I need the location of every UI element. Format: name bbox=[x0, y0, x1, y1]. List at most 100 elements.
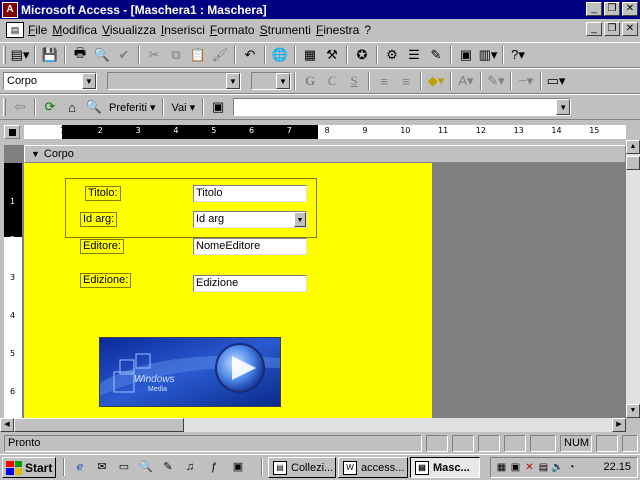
tray-app-icon[interactable]: ▦ bbox=[495, 461, 508, 475]
font-color-icon[interactable]: A▾ bbox=[455, 70, 477, 92]
outlook-express-icon[interactable]: ✉ bbox=[94, 459, 110, 475]
menu-modifica[interactable]: Modifica bbox=[52, 23, 102, 37]
view-icon[interactable]: ▤▾ bbox=[9, 44, 31, 66]
tray-network-off-icon[interactable]: ✕ bbox=[523, 461, 536, 475]
spelling-icon[interactable]: ✔ bbox=[113, 44, 135, 66]
size-combo[interactable]: ▼ bbox=[251, 72, 291, 90]
vai-button[interactable]: Vai ▾ bbox=[167, 97, 199, 117]
label-edizione[interactable]: Edizione: bbox=[80, 273, 132, 288]
search-web-icon[interactable]: 🔍 bbox=[83, 96, 105, 118]
line-color-icon[interactable]: ✎▾ bbox=[485, 70, 507, 92]
scroll-right-icon[interactable]: ▶ bbox=[612, 418, 626, 432]
toolbox-icon[interactable]: ⚒ bbox=[321, 44, 343, 66]
format-painter-icon[interactable]: 🖌 bbox=[209, 44, 231, 66]
section-header-corpo[interactable]: ▼ Corpo bbox=[24, 145, 626, 163]
mdi-minimize-button[interactable]: _ bbox=[586, 22, 602, 36]
clock[interactable]: 22.15 bbox=[603, 461, 631, 473]
show-desktop-icon[interactable]: ▭ bbox=[116, 459, 132, 475]
save-icon[interactable]: 💾 bbox=[39, 44, 61, 66]
home-icon[interactable]: ⌂ bbox=[61, 96, 83, 118]
paste-icon[interactable]: 📋 bbox=[187, 44, 209, 66]
close-button[interactable]: ✕ bbox=[622, 2, 638, 16]
menu-formato[interactable]: Formato bbox=[210, 23, 260, 37]
menu-strumenti[interactable]: Strumenti bbox=[260, 23, 316, 37]
back-arrow-icon[interactable]: ⇦ bbox=[9, 96, 31, 118]
chevron-down-icon[interactable]: ▼ bbox=[82, 73, 96, 89]
vertical-ruler[interactable]: 1 2 3 4 5 6 bbox=[4, 163, 22, 419]
vertical-scrollbar[interactable]: ▲ ▼ bbox=[626, 140, 640, 418]
tool-icon[interactable]: ƒ bbox=[206, 459, 222, 475]
cut-icon[interactable]: ✂ bbox=[143, 44, 165, 66]
textbox-editore[interactable]: NomeEditore bbox=[193, 238, 307, 255]
refresh-icon[interactable]: ⟳ bbox=[39, 96, 61, 118]
properties-icon[interactable]: ☰ bbox=[403, 44, 425, 66]
form-selector[interactable] bbox=[4, 125, 20, 139]
bold-button[interactable]: G bbox=[299, 70, 321, 92]
chevron-down-icon[interactable]: ▼ bbox=[276, 73, 290, 89]
show-only-web-toolbar-icon[interactable]: ▣ bbox=[207, 96, 229, 118]
print-icon[interactable]: 🖶 bbox=[69, 44, 91, 66]
font-combo[interactable]: ▼ bbox=[107, 72, 241, 90]
special-effect-icon[interactable]: ▭▾ bbox=[545, 70, 567, 92]
align-center-icon[interactable]: ≡ bbox=[395, 70, 417, 92]
textbox-titolo[interactable]: Titolo bbox=[193, 185, 307, 202]
label-titolo[interactable]: Titolo: bbox=[85, 186, 121, 201]
mdi-close-button[interactable]: ✕ bbox=[622, 22, 638, 36]
vertical-scroll-thumb[interactable] bbox=[626, 156, 640, 170]
object-combo[interactable]: Corpo ▼ bbox=[3, 72, 97, 90]
chevron-down-icon[interactable]: ▼ bbox=[294, 212, 306, 227]
chevron-down-icon[interactable]: ▼ bbox=[556, 99, 571, 115]
combobox-idarg[interactable]: Id arg ▼ bbox=[193, 211, 307, 228]
form-detail-section[interactable]: Titolo: Titolo Id arg: Id arg ▼ Editore:… bbox=[24, 163, 432, 419]
internet-explorer-icon[interactable]: ℯ bbox=[72, 459, 88, 475]
task-collezi[interactable]: ▤ Collezi... bbox=[268, 457, 336, 478]
restore-button[interactable]: ❐ bbox=[604, 2, 620, 16]
network-icon[interactable]: ▣ bbox=[230, 459, 246, 475]
task-access[interactable]: W access... bbox=[338, 457, 408, 478]
undo-icon[interactable]: ↶ bbox=[239, 44, 261, 66]
menu-finestra[interactable]: Finestra bbox=[316, 23, 364, 37]
windows-media-image[interactable]: Windows Media bbox=[99, 337, 281, 407]
code-icon[interactable]: ⚙ bbox=[381, 44, 403, 66]
title-bar[interactable]: A Microsoft Access - [Maschera1 : Masche… bbox=[0, 0, 640, 19]
field-list-icon[interactable]: ▦ bbox=[299, 44, 321, 66]
task-maschera[interactable]: ▤ Masc... bbox=[410, 457, 480, 478]
autoformat-icon[interactable]: ✪ bbox=[351, 44, 373, 66]
form-document-icon[interactable]: ▤ bbox=[6, 22, 24, 38]
toolbar-grip[interactable] bbox=[3, 98, 6, 116]
label-idarg[interactable]: Id arg: bbox=[80, 212, 118, 227]
fill-color-icon[interactable]: ◆▾ bbox=[425, 70, 447, 92]
chevron-down-icon[interactable]: ▼ bbox=[226, 73, 240, 89]
menu-file[interactable]: File bbox=[28, 23, 52, 37]
tray-scheduler-icon[interactable]: ◔ bbox=[565, 461, 578, 475]
tray-display-icon[interactable]: ▤ bbox=[537, 461, 550, 475]
toolbar-grip[interactable] bbox=[3, 46, 6, 64]
menu-inserisci[interactable]: Inserisci bbox=[161, 23, 210, 37]
horizontal-ruler[interactable]: 1 2 3 4 5 6 7 8 9 10 11 12 13 14 15 bbox=[24, 125, 626, 139]
help-icon[interactable]: ?▾ bbox=[507, 44, 529, 66]
scroll-down-icon[interactable]: ▼ bbox=[626, 404, 640, 418]
copy-icon[interactable]: ⧉ bbox=[165, 44, 187, 66]
italic-button[interactable]: C bbox=[321, 70, 343, 92]
minimize-button[interactable]: _ bbox=[586, 2, 602, 16]
underline-button[interactable]: S bbox=[343, 70, 365, 92]
menu-help[interactable]: ? bbox=[364, 23, 376, 37]
horizontal-scroll-thumb[interactable] bbox=[14, 418, 184, 432]
print-preview-icon[interactable]: 🔍 bbox=[91, 44, 113, 66]
tray-monitor-icon[interactable]: ▣ bbox=[509, 461, 522, 475]
scroll-left-icon[interactable]: ◀ bbox=[0, 418, 14, 432]
horizontal-scrollbar[interactable]: ◀ ▶ bbox=[0, 418, 626, 432]
start-button[interactable]: Start bbox=[2, 457, 56, 478]
hyperlink-icon[interactable]: 🌐 bbox=[269, 44, 291, 66]
notepad-icon[interactable]: ✎ bbox=[160, 459, 176, 475]
align-left-icon[interactable]: ≡ bbox=[373, 70, 395, 92]
line-width-icon[interactable]: ┄▾ bbox=[515, 70, 537, 92]
textbox-edizione[interactable]: Edizione bbox=[193, 275, 307, 292]
new-object-icon[interactable]: ▥▾ bbox=[477, 44, 499, 66]
menu-visualizza[interactable]: Visualizza bbox=[102, 23, 161, 37]
access-key-icon[interactable]: A bbox=[2, 1, 18, 18]
mdi-restore-button[interactable]: ❐ bbox=[604, 22, 620, 36]
scroll-up-icon[interactable]: ▲ bbox=[626, 140, 640, 154]
find-icon[interactable]: 🔍 bbox=[138, 459, 154, 475]
database-window-icon[interactable]: ▣ bbox=[455, 44, 477, 66]
